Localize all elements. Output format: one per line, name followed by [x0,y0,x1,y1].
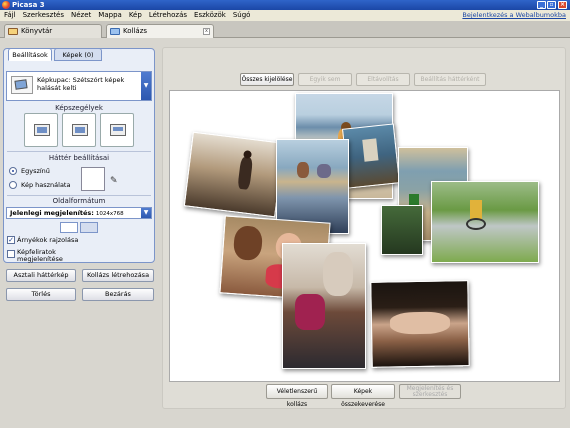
borders-title: Képszegélyek [55,104,103,112]
photo-mother-and-child[interactable] [282,243,366,369]
border-none-button[interactable] [24,113,58,147]
tab-collage[interactable]: Kollázs x [106,24,214,38]
picture-pile-icon [11,76,33,94]
select-all-button[interactable]: Összes kijelölése [240,73,294,86]
bg-solid-radio[interactable] [9,167,17,175]
bg-image-radio[interactable] [9,181,17,189]
chevron-down-icon[interactable]: ▼ [141,72,151,100]
picture-border-icon [72,124,88,136]
set-background-button[interactable]: Beállítás háttérként [414,73,486,86]
title-bar: Picasa 3 _ ▫ × [0,0,570,10]
border-polaroid-button[interactable] [100,113,134,147]
shadows-label: Árnyékok rajzolása [17,236,79,244]
background-color-swatch[interactable] [81,167,105,191]
shadows-checkbox[interactable]: ✓ [7,236,15,244]
collage-type-select[interactable]: Képkupac: Szétszórt képek halását kelti … [6,71,152,101]
tab-settings[interactable]: Beállítások [8,48,52,61]
landscape-button[interactable] [60,222,78,233]
picasa-logo-icon [2,1,10,9]
border-white-button[interactable] [62,113,96,147]
menu-tools[interactable]: Eszközök [194,11,226,19]
picture-border-icon [110,124,126,136]
menu-picture[interactable]: Kép [129,11,142,19]
delete-button[interactable]: Törlés [6,288,76,301]
menu-help[interactable]: Súgó [233,11,251,19]
close-tab-icon[interactable]: x [203,28,210,35]
eyedropper-icon[interactable]: ✎ [110,176,118,186]
folder-icon [8,28,18,35]
format-title: Oldalformátum [52,197,106,205]
tab-library-label: Könyvtár [21,27,53,35]
menu-file[interactable]: Fájl [4,11,16,19]
remove-button[interactable]: Eltávolítás [356,73,410,86]
menu-bar: Fájl Szerkesztés Nézet Mappa Kép Létrehozás Es… [0,10,570,21]
background-title: Háttér beállításai [48,154,110,162]
create-collage-button[interactable]: Kollázs létrehozása [82,269,154,282]
divider [7,195,151,196]
collage-type-label: Képkupac: Szétszórt képek halását kelti [37,76,125,92]
select-none-button[interactable]: Egyik sem [298,73,352,86]
chevron-down-icon[interactable]: ▼ [141,208,151,218]
menu-view[interactable]: Nézet [71,11,91,19]
window-title: Picasa 3 [12,1,45,9]
shuffle-collage-button[interactable]: Véletlenszerű kollázs [266,384,328,408]
menu-folder[interactable]: Mappa [98,11,122,19]
close-collage-button[interactable]: Bezárás [82,288,154,301]
page-format-select[interactable]: Jelenlegi megjelenítés: 1024x768 ▼ [6,207,152,219]
maximize-button[interactable]: ▫ [547,1,556,9]
photo-hands[interactable] [370,280,470,368]
photo-grass[interactable] [381,205,423,255]
collage-settings-panel: Beállítások Képek (0) Képkupac: Szétszór… [3,48,155,263]
desktop-background-button[interactable]: Asztali háttérkép [6,269,76,282]
view-edit-line2: szerkesztés [412,391,448,398]
collage-canvas[interactable] [169,90,560,382]
photo-beach-walk[interactable] [183,131,285,218]
menu-create[interactable]: Létrehozás [149,11,187,19]
bg-image-label: Kép használata [21,181,71,189]
bg-solid-label: Egyszínű [21,167,50,175]
picture-border-icon [34,124,50,136]
format-value: 1024x768 [95,211,124,217]
divider [7,151,151,152]
photo-boy-on-boulder[interactable] [342,123,400,189]
captions-checkbox[interactable] [7,250,15,258]
close-window-button[interactable]: × [558,1,567,9]
portrait-button[interactable] [80,222,98,233]
tab-bar: Könyvtár Kollázs x [0,21,570,38]
tab-collage-label: Kollázs [123,27,148,35]
tab-images[interactable]: Képek (0) [54,48,102,61]
captions-label: Képfeliratok megjelenítése [17,248,63,263]
collage-icon [110,28,120,35]
format-label: Jelenlegi megjelenítés: [10,209,94,217]
web-albums-signin-link[interactable]: Bejelentkezés a Webalbumokba [462,10,566,21]
photo-boy-on-bike[interactable] [431,181,539,263]
shuffle-pictures-button[interactable]: Képek összekeverése [331,384,395,408]
menu-edit[interactable]: Szerkesztés [23,11,64,19]
collage-stage: Összes kijelölése Egyik sem Eltávolítás … [162,47,566,409]
tab-library[interactable]: Könyvtár [4,24,102,38]
view-and-edit-button: Megjelenítés és szerkesztés [399,384,461,399]
minimize-button[interactable]: _ [537,1,546,9]
